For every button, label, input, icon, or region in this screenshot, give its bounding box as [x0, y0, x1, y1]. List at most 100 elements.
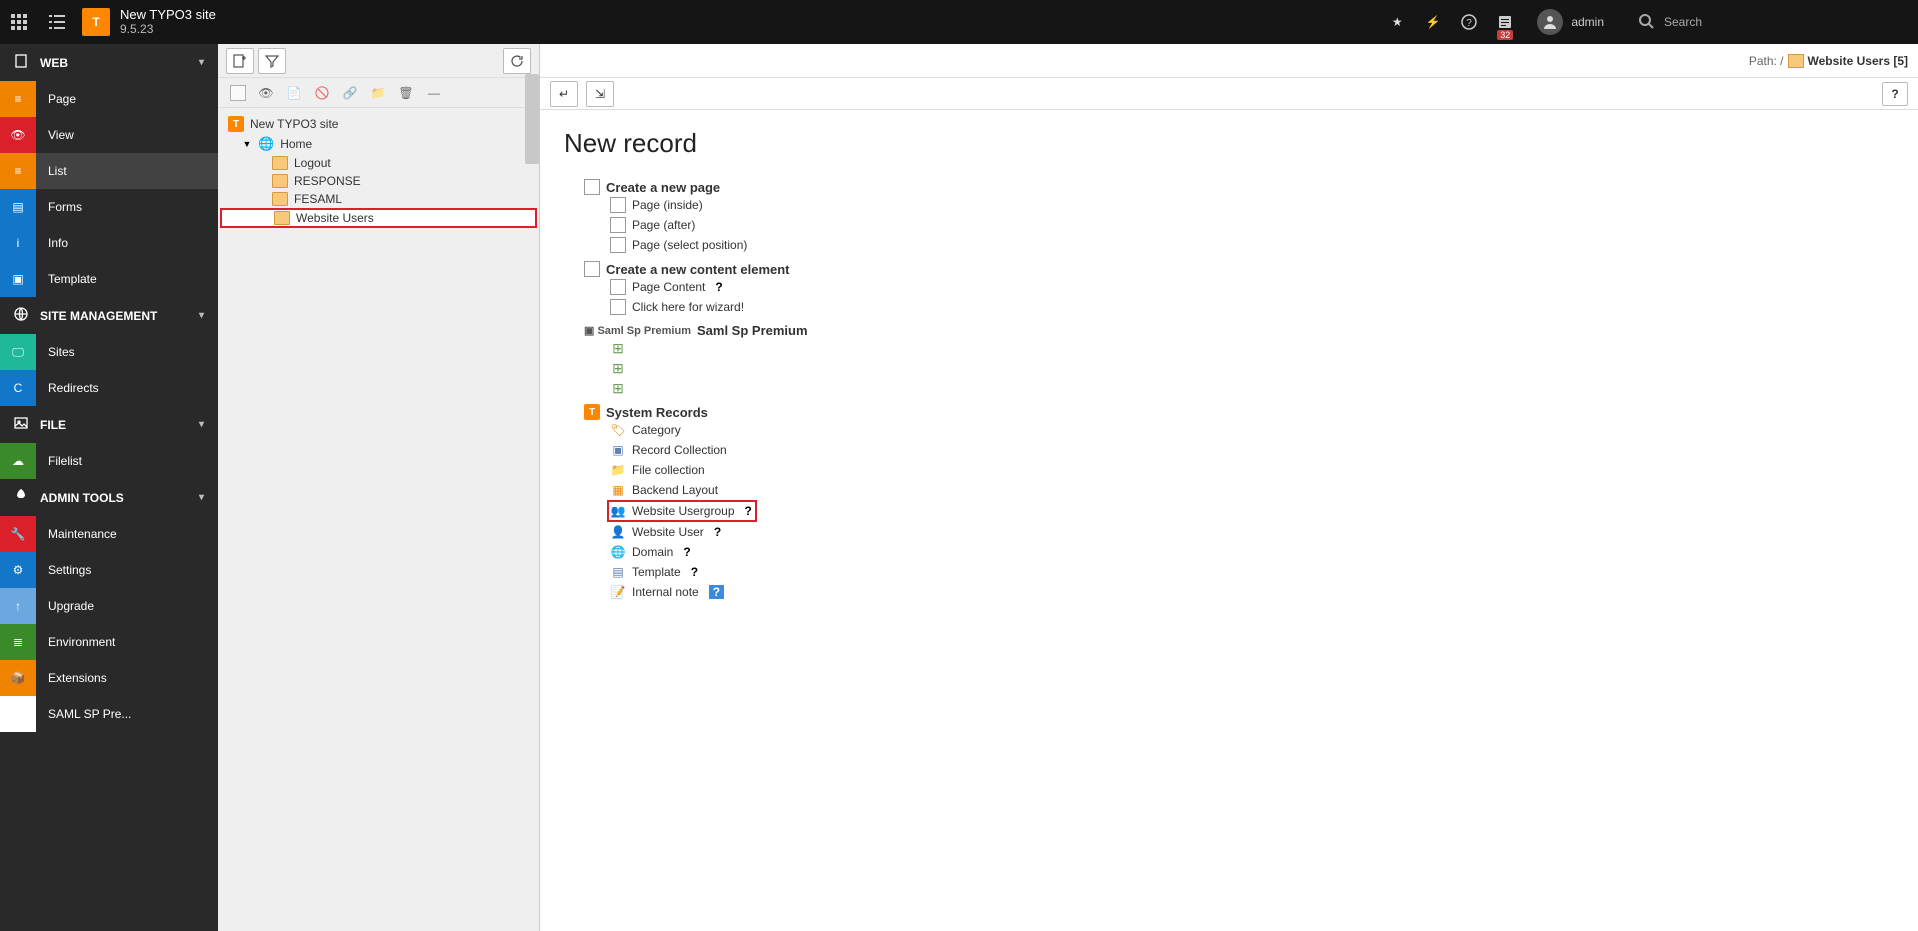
record-item[interactable]: Page (inside): [564, 195, 1894, 215]
flash-button[interactable]: ⚡: [1415, 0, 1451, 44]
module-group-header[interactable]: WEB▾: [0, 44, 218, 81]
help-icon[interactable]: ?: [691, 565, 698, 579]
record-item[interactable]: 👥Website Usergroup?: [607, 500, 757, 522]
main-actionbar: ↵ ⇲ ?: [540, 78, 1918, 110]
modules-grid-icon[interactable]: [0, 0, 38, 44]
module-group-header[interactable]: FILE▾: [0, 406, 218, 443]
record-item[interactable]: Page (after): [564, 215, 1894, 235]
record-item[interactable]: ▣Record Collection: [564, 440, 1894, 460]
tree-action-new[interactable]: [226, 81, 250, 105]
record-item[interactable]: ▤Template?: [564, 562, 1894, 582]
folder-icon: [272, 156, 288, 170]
module-group-header[interactable]: ADMIN TOOLS▾: [0, 479, 218, 516]
tree-action-view[interactable]: 👁: [254, 81, 278, 105]
export-button[interactable]: ⇲: [586, 81, 614, 107]
notification-badge: 32: [1497, 30, 1513, 40]
module-item-extensions[interactable]: 📦Extensions: [0, 660, 218, 696]
module-item-view[interactable]: 👁View: [0, 117, 218, 153]
record-item[interactable]: Page (select position): [564, 235, 1894, 255]
tree-node-logout[interactable]: Logout: [220, 154, 537, 172]
main-content: Path: / Website Users [5] ↵ ⇲ ? New reco…: [540, 44, 1918, 931]
group-icon: [14, 307, 28, 324]
record-item[interactable]: ▦Backend Layout: [564, 480, 1894, 500]
collapse-icon[interactable]: ▼: [242, 139, 252, 149]
back-button[interactable]: ↵: [550, 81, 578, 107]
page-icon: [610, 217, 626, 233]
record-item[interactable]: 🌐Domain?: [564, 542, 1894, 562]
record-category[interactable]: Create a new page: [564, 179, 1894, 195]
context-help-button[interactable]: ?: [1882, 82, 1908, 106]
file-icon: 📁: [610, 462, 626, 478]
modules-list-icon[interactable]: [38, 0, 76, 44]
module-item-settings[interactable]: ⚙Settings: [0, 552, 218, 588]
record-item[interactable]: Page Content?: [564, 277, 1894, 297]
module-icon: ▣: [0, 261, 36, 297]
module-item-environment[interactable]: ≣Environment: [0, 624, 218, 660]
tree-action-delete[interactable]: 🗑: [394, 81, 418, 105]
help-button[interactable]: ?: [1451, 0, 1487, 44]
record-item[interactable]: ⊞: [564, 378, 1894, 398]
record-item[interactable]: 🏷Category: [564, 420, 1894, 440]
record-item[interactable]: ⊞: [564, 338, 1894, 358]
record-item[interactable]: 📁File collection: [564, 460, 1894, 480]
module-item-saml-sp-pre-[interactable]: ◐SAML SP Pre...: [0, 696, 218, 732]
help-icon[interactable]: ?: [745, 504, 752, 518]
record-category[interactable]: TSystem Records: [564, 404, 1894, 420]
help-icon[interactable]: ?: [683, 545, 690, 559]
group-icon: [14, 54, 28, 71]
tree-action-disable[interactable]: 🚫: [310, 81, 334, 105]
tree-root[interactable]: T New TYPO3 site: [220, 114, 537, 134]
folder-icon: [272, 192, 288, 206]
module-item-forms[interactable]: ▤Forms: [0, 189, 218, 225]
tmpl-icon: ▤: [610, 564, 626, 580]
tree-action-divider[interactable]: —: [422, 81, 446, 105]
tree-node-response[interactable]: RESPONSE: [220, 172, 537, 190]
module-group-header[interactable]: SITE MANAGEMENT▾: [0, 297, 218, 334]
help-icon[interactable]: ?: [709, 585, 724, 599]
help-icon[interactable]: ?: [714, 525, 721, 539]
module-icon: ☁: [0, 443, 36, 479]
new-page-button[interactable]: [226, 48, 254, 74]
module-icon: i: [0, 225, 36, 261]
group-icon: [14, 489, 28, 506]
tree-action-copy[interactable]: 📄: [282, 81, 306, 105]
module-item-info[interactable]: iInfo: [0, 225, 218, 261]
record-item[interactable]: 📝Internal note?: [564, 582, 1894, 602]
module-item-template[interactable]: ▣Template: [0, 261, 218, 297]
module-item-page[interactable]: ≡Page: [0, 81, 218, 117]
module-item-redirects[interactable]: CRedirects: [0, 370, 218, 406]
module-item-list[interactable]: ≡List: [0, 153, 218, 189]
bookmark-button[interactable]: ★: [1379, 0, 1415, 44]
tree-action-folder[interactable]: 📁: [366, 81, 390, 105]
filter-button[interactable]: [258, 48, 286, 74]
site-logo-block[interactable]: T New TYPO3 site 9.5.23: [76, 8, 226, 36]
module-icon: ⚙: [0, 552, 36, 588]
tree-node-website-users[interactable]: Website Users: [220, 208, 537, 228]
module-item-maintenance[interactable]: 🔧Maintenance: [0, 516, 218, 552]
notifications-button[interactable]: 32: [1487, 0, 1523, 44]
record-item[interactable]: Click here for wizard!: [564, 297, 1894, 317]
page-icon: [230, 85, 246, 101]
record-item[interactable]: 👤Website User?: [564, 522, 1894, 542]
user-icon: 👤: [610, 524, 626, 540]
module-item-sites[interactable]: 🖵Sites: [0, 334, 218, 370]
refresh-tree-button[interactable]: [503, 48, 531, 74]
help-icon[interactable]: ?: [715, 280, 722, 294]
new-content-icon: [584, 261, 600, 277]
record-item[interactable]: ⊞: [564, 358, 1894, 378]
chevron-down-icon: ▾: [199, 419, 204, 430]
tree-node-fesaml[interactable]: FESAML: [220, 190, 537, 208]
pagetree-panel: 👁 📄 🚫 🔗 📁 🗑 — T New TYPO3 site ▼ 🌐 Home …: [218, 44, 540, 931]
search-input[interactable]: Search: [1618, 13, 1918, 32]
record-category[interactable]: Create a new content element: [564, 261, 1894, 277]
user-menu[interactable]: admin: [1523, 9, 1618, 35]
module-item-filelist[interactable]: ☁Filelist: [0, 443, 218, 479]
record-category[interactable]: ▣ Saml Sp Premium Saml Sp Premium: [564, 323, 1894, 338]
tree-action-link[interactable]: 🔗: [338, 81, 362, 105]
module-item-upgrade[interactable]: ↑Upgrade: [0, 588, 218, 624]
module-icon: ▤: [0, 189, 36, 225]
record-type-tree: Create a new pagePage (inside)Page (afte…: [564, 179, 1894, 602]
tree-home[interactable]: ▼ 🌐 Home: [220, 134, 537, 154]
link-icon: 🔗: [342, 85, 358, 101]
username: admin: [1571, 15, 1604, 29]
